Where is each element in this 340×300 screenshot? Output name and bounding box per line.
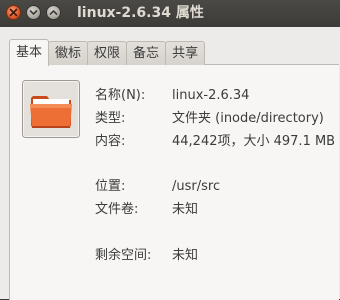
contents-label: 内容:: [95, 134, 126, 149]
location-label: 位置:: [95, 179, 126, 194]
tab-bar: 基本 徽标 权限 备忘 共享: [9, 39, 206, 66]
close-icon: [9, 8, 18, 17]
tab-basic[interactable]: 基本: [9, 39, 50, 66]
maximize-icon: [49, 10, 58, 15]
tab-permissions[interactable]: 权限: [87, 41, 128, 65]
tab-share[interactable]: 共享: [165, 41, 206, 65]
location-value: /usr/src: [172, 179, 221, 194]
maximize-button[interactable]: [46, 5, 61, 20]
volume-label: 文件卷:: [95, 202, 139, 217]
type-value: 文件夹 (inode/directory): [172, 111, 324, 126]
free-space-value: 未知: [172, 248, 199, 263]
contents-value: 44,242项，大小 497.1 MB: [172, 134, 336, 149]
close-button[interactable]: [6, 5, 21, 20]
name-value: linux-2.6.34: [172, 88, 250, 103]
tab-emblems[interactable]: 徽标: [48, 41, 89, 65]
minimize-icon: [29, 10, 38, 15]
tab-notes[interactable]: 备忘: [126, 41, 167, 65]
properties-content: 基本 徽标 权限 备忘 共享 名称(N): linux-2.6.34 类型: 文…: [0, 27, 340, 300]
name-label: 名称(N):: [95, 88, 146, 103]
free-space-label: 剩余空间:: [95, 248, 152, 263]
folder-icon[interactable]: [22, 80, 80, 138]
type-label: 类型:: [95, 111, 126, 126]
title-bar: linux-2.6.34 属性: [0, 0, 340, 27]
minimize-button[interactable]: [26, 5, 41, 20]
window-title: linux-2.6.34 属性: [77, 5, 204, 21]
volume-value: 未知: [172, 202, 199, 217]
